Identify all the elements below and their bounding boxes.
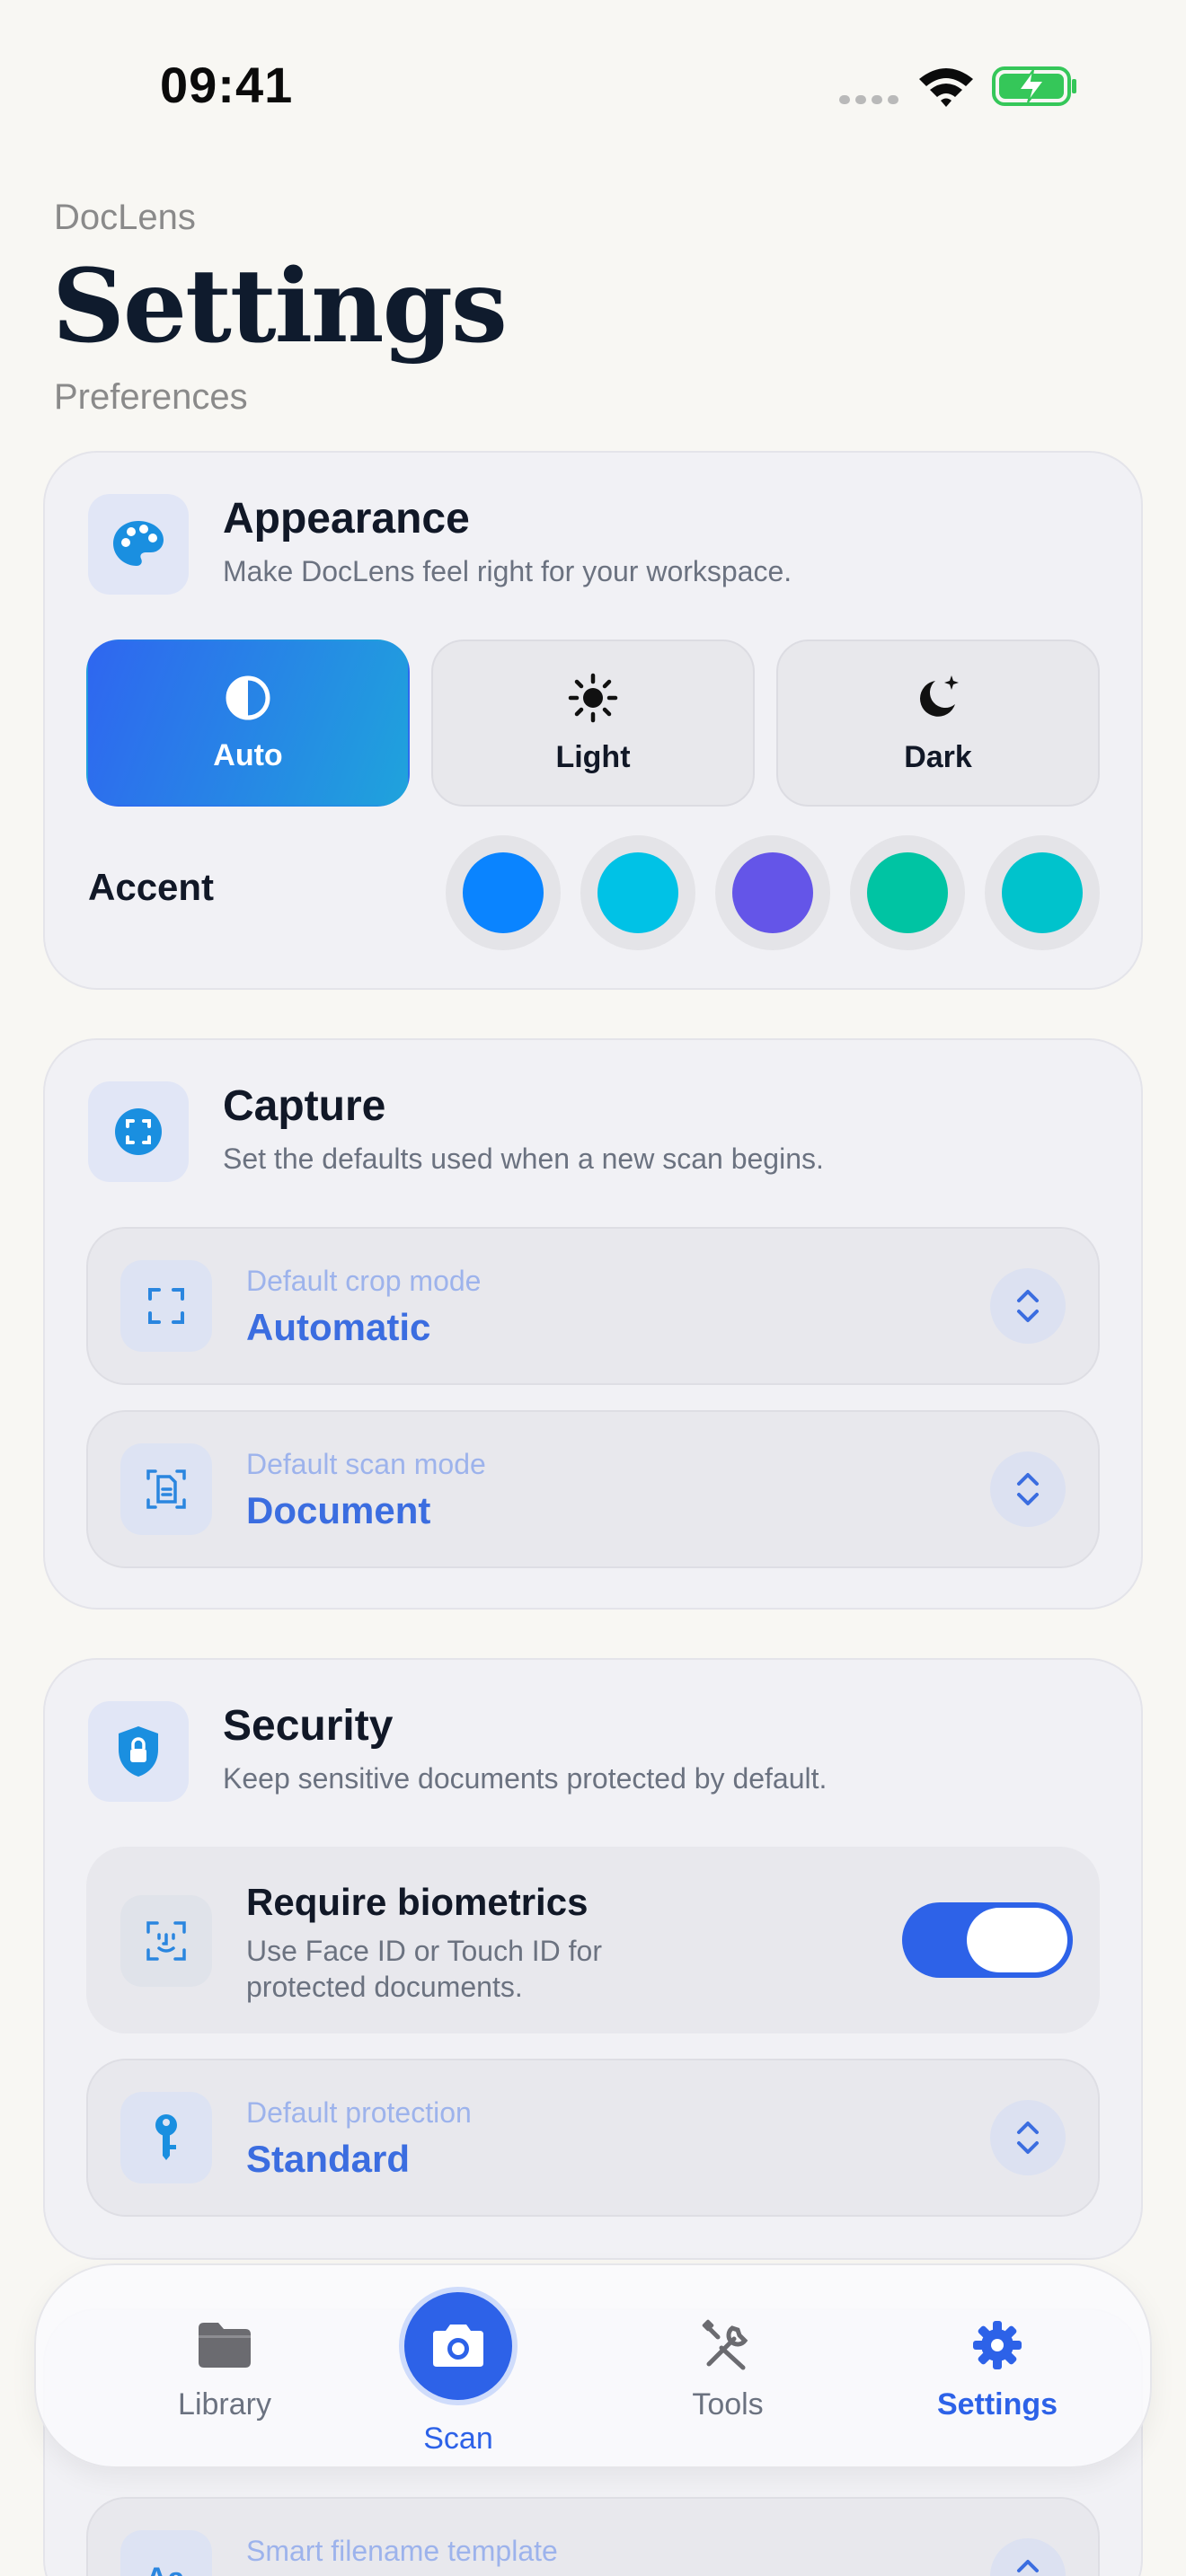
page-subtitle: Preferences bbox=[54, 377, 248, 417]
tab-library-label: Library bbox=[178, 2387, 271, 2422]
face-id-icon bbox=[120, 1895, 212, 1987]
app-name: DocLens bbox=[54, 198, 196, 237]
chevron-up-down-icon[interactable] bbox=[990, 1451, 1066, 1527]
theme-dark-button[interactable]: Dark bbox=[776, 640, 1100, 807]
biometrics-row: Require biometrics Use Face ID or Touch … bbox=[86, 1847, 1100, 2033]
security-description: Keep sensitive documents protected by de… bbox=[223, 1762, 828, 1795]
biometrics-toggle[interactable] bbox=[902, 1902, 1073, 1978]
tab-library[interactable]: Library bbox=[135, 2265, 314, 2470]
scan-target-icon bbox=[88, 1081, 189, 1182]
document-scan-icon bbox=[120, 1443, 212, 1535]
battery-charging-icon bbox=[992, 66, 1076, 106]
capture-title: Capture bbox=[223, 1082, 386, 1130]
capture-description: Set the defaults used when a new scan be… bbox=[223, 1142, 824, 1175]
security-title: Security bbox=[223, 1702, 394, 1750]
accent-swatch-cyan[interactable] bbox=[580, 835, 695, 950]
theme-auto-label: Auto bbox=[213, 737, 283, 772]
wifi-icon bbox=[919, 68, 973, 107]
accent-swatch-green[interactable] bbox=[850, 835, 965, 950]
status-bar: 09:41 bbox=[0, 0, 1186, 171]
cellular-signal-icon bbox=[839, 95, 898, 104]
protection-label: Default protection bbox=[246, 2096, 472, 2129]
crop-mode-label: Default crop mode bbox=[246, 1265, 482, 1297]
lock-shield-icon bbox=[88, 1701, 189, 1802]
palette-icon bbox=[88, 494, 189, 595]
tools-icon bbox=[702, 2319, 748, 2370]
text-format-icon: Aa bbox=[120, 2530, 212, 2576]
scan-mode-label: Default scan mode bbox=[246, 1448, 486, 1480]
crop-mode-value: Automatic bbox=[246, 1306, 431, 1348]
protection-value: Standard bbox=[246, 2138, 411, 2180]
theme-light-label: Light bbox=[555, 739, 631, 774]
key-icon bbox=[120, 2092, 212, 2183]
sun-icon bbox=[568, 673, 618, 722]
tab-scan[interactable]: Scan bbox=[368, 2265, 548, 2470]
page-title: Settings bbox=[52, 248, 508, 366]
crop-frame-icon bbox=[120, 1260, 212, 1352]
appearance-card: Appearance Make DocLens feel right for y… bbox=[43, 451, 1143, 990]
svg-text:Aa: Aa bbox=[146, 2562, 186, 2576]
chevron-up-down-icon[interactable] bbox=[990, 1268, 1066, 1344]
tab-tools[interactable]: Tools bbox=[638, 2265, 818, 2470]
theme-light-button[interactable]: Light bbox=[431, 640, 755, 807]
tab-settings-label: Settings bbox=[936, 2387, 1058, 2422]
accent-swatch-teal[interactable] bbox=[985, 835, 1100, 950]
accent-swatch-blue[interactable] bbox=[446, 835, 561, 950]
crop-mode-row[interactable]: Default crop mode Automatic bbox=[86, 1227, 1100, 1385]
toggle-knob bbox=[967, 1908, 1067, 1972]
tab-scan-label: Scan bbox=[423, 2422, 493, 2456]
scan-mode-row[interactable]: Default scan mode Document bbox=[86, 1410, 1100, 1568]
theme-dark-label: Dark bbox=[904, 739, 972, 774]
appearance-title: Appearance bbox=[223, 495, 470, 543]
scan-mode-value: Document bbox=[246, 1489, 431, 1531]
tab-settings[interactable]: Settings bbox=[907, 2265, 1087, 2470]
capture-card: Capture Set the defaults used when a new… bbox=[43, 1038, 1143, 1610]
smart-filename-row[interactable]: Aa Smart filename template bbox=[86, 2497, 1100, 2576]
biometrics-title: Require biometrics bbox=[246, 1881, 589, 1923]
camera-icon bbox=[399, 2287, 518, 2405]
security-card: Security Keep sensitive documents protec… bbox=[43, 1658, 1143, 2260]
accent-swatch-purple[interactable] bbox=[715, 835, 830, 950]
protection-row[interactable]: Default protection Standard bbox=[86, 2059, 1100, 2217]
half-circle-icon bbox=[226, 675, 270, 719]
appearance-description: Make DocLens feel right for your workspa… bbox=[223, 555, 792, 587]
accent-label: Accent bbox=[88, 866, 215, 908]
tab-tools-label: Tools bbox=[692, 2387, 764, 2422]
smart-filename-label: Smart filename template bbox=[246, 2535, 558, 2567]
chevron-up-down-icon[interactable] bbox=[990, 2538, 1066, 2576]
theme-auto-button[interactable]: Auto bbox=[86, 640, 410, 807]
biometrics-description: Use Face ID or Touch ID for protected do… bbox=[246, 1935, 602, 2003]
status-time: 09:41 bbox=[160, 57, 294, 113]
chevron-up-down-icon[interactable] bbox=[990, 2100, 1066, 2175]
folder-icon bbox=[199, 2323, 251, 2368]
gear-icon bbox=[973, 2321, 1022, 2369]
tab-bar: Library Scan Tools Settings bbox=[34, 2263, 1152, 2468]
moon-stars-icon bbox=[919, 675, 959, 717]
